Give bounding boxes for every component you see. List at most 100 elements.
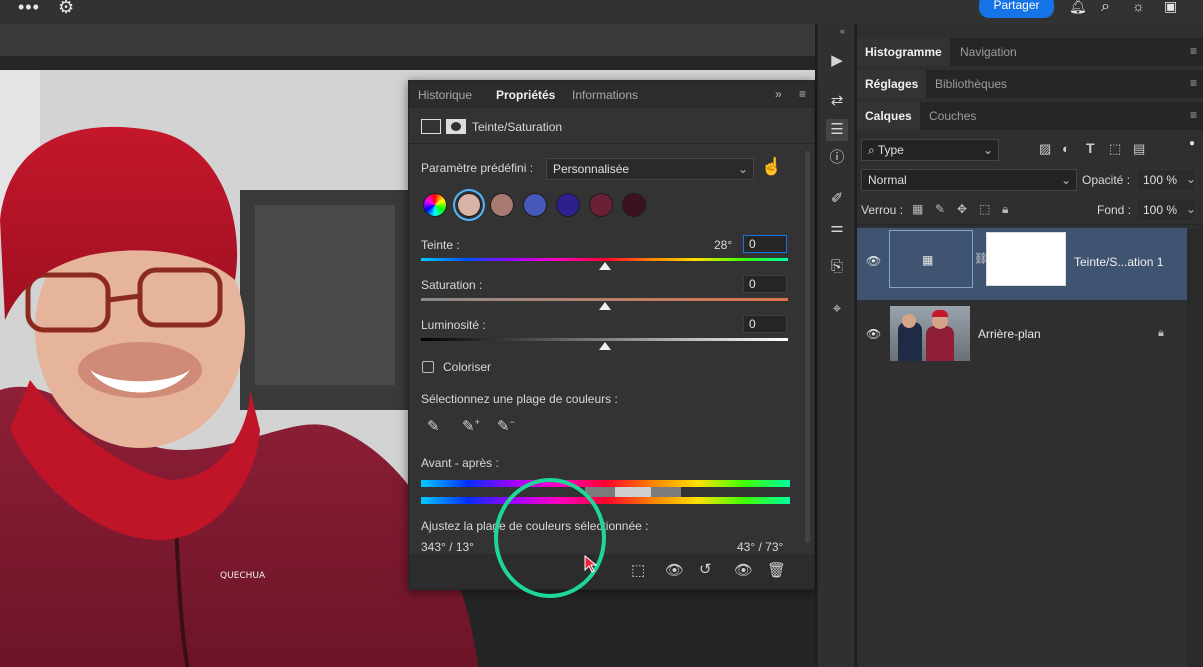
filter-image-icon[interactable]: ▨ (1039, 141, 1051, 157)
layer-row-background[interactable]: 👁︎ Arrière-plan 🔒︎ (857, 300, 1187, 372)
saturation-slider-track[interactable] (421, 298, 788, 301)
preset-swatch[interactable] (556, 193, 580, 217)
brush-settings-icon[interactable]: ⚌ (826, 217, 848, 239)
right-panels: Histogramme Navigation ≡ Réglages Biblio… (857, 24, 1203, 667)
opacity-label: Opacité : (1082, 173, 1131, 187)
filter-toggle-icon[interactable]: ● (1189, 138, 1195, 149)
layer-name[interactable]: Teinte/S...ation 1 (1074, 255, 1163, 269)
range-left-value: 343° / 13° (421, 540, 474, 554)
tab-adjustments[interactable]: Réglages (857, 70, 927, 98)
lock-all-icon[interactable]: 🔒︎ (1002, 202, 1008, 217)
hue-slider-track[interactable] (421, 258, 788, 261)
bell-icon[interactable]: 🔔︎ (1069, 0, 1087, 15)
preset-swatch[interactable] (622, 193, 646, 217)
filter-type-icon[interactable]: T (1086, 140, 1095, 156)
preset-swatch[interactable] (457, 193, 481, 217)
saturation-slider-thumb[interactable] (599, 302, 611, 310)
preset-swatch[interactable] (490, 193, 514, 217)
layers-scrollbar[interactable] (1187, 228, 1203, 667)
chevron-down-icon: ⌄ (1060, 173, 1071, 187)
lightness-slider-track[interactable] (421, 338, 788, 341)
view-previous-state-icon[interactable]: 👁︎ (665, 561, 684, 579)
layer-name[interactable]: Arrière-plan (978, 327, 1041, 341)
adjustments-properties-icon[interactable]: ☰ (826, 119, 848, 141)
adjustment-title: Teinte/Saturation (472, 120, 563, 134)
layer-row-hue-saturation[interactable]: 👁︎ ▦ ⛓︎ Teinte/S...ation 1 (857, 228, 1187, 300)
hue-degree-text: 28° (714, 238, 733, 252)
preset-swatch[interactable] (589, 193, 613, 217)
lock-position-icon[interactable]: ✥ (957, 202, 967, 216)
search-icon: ⌕ (868, 143, 878, 157)
select-range-label: Sélectionnez une plage de couleurs : (421, 392, 618, 406)
eye-icon[interactable]: 👁︎ (866, 327, 881, 341)
chevron-down-icon[interactable]: ⌄ (1186, 172, 1196, 186)
panel-menu-icon[interactable]: ≡ (1190, 44, 1197, 58)
tab-properties[interactable]: Propriétés (496, 88, 555, 102)
lock-artboard-icon[interactable]: ⬚ (979, 202, 990, 216)
tab-libraries[interactable]: Bibliothèques (935, 77, 1007, 91)
collapse-panel-icon[interactable]: » (775, 87, 782, 101)
eyedropper-add-icon[interactable]: ✎+ (462, 417, 480, 435)
brush-icon[interactable]: ✐ (826, 188, 848, 210)
eyedropper-icon[interactable]: ✎ (427, 417, 440, 435)
target-adjustment-hand-icon[interactable]: ☝ (761, 157, 782, 177)
play-icon[interactable]: ▶ (826, 50, 848, 72)
panel-menu-icon[interactable]: ≡ (1190, 76, 1197, 90)
lightness-slider-thumb[interactable] (599, 342, 611, 350)
search-icon[interactable]: ⌕ (1101, 0, 1110, 16)
adjustment-thumbnail[interactable]: ▦ (889, 230, 973, 288)
blend-mode-value: Normal (868, 173, 907, 187)
more-options-icon[interactable]: ••• (18, 0, 40, 18)
layer-filter-dropdown[interactable]: ⌕ Type ⌄ (861, 139, 999, 161)
lightness-input[interactable]: 0 (743, 315, 787, 333)
tab-info[interactable]: Informations (572, 88, 638, 102)
saturation-label: Saturation : (421, 278, 483, 292)
chevron-down-icon[interactable]: ⌄ (1186, 202, 1196, 216)
tab-layers[interactable]: Calques (857, 102, 920, 130)
filter-adjustment-icon[interactable]: ◐ (1062, 141, 1070, 156)
workspace-icon[interactable]: ▣ (1164, 0, 1177, 15)
range-selector-core[interactable] (615, 487, 651, 497)
preset-dropdown[interactable]: Personnalisée ⌄ (546, 158, 754, 180)
filter-shape-icon[interactable]: ⬚ (1109, 141, 1121, 157)
filter-kind-value: Type (877, 143, 904, 157)
colorize-checkbox[interactable] (422, 361, 434, 373)
chevron-down-icon: ⌄ (982, 143, 993, 157)
blend-mode-dropdown[interactable]: Normal ⌄ (861, 169, 1077, 191)
preset-swatch[interactable] (523, 193, 547, 217)
swatch-master[interactable] (423, 193, 447, 217)
panel-menu-icon[interactable]: ≡ (799, 87, 806, 101)
tab-history[interactable]: Historique (418, 88, 472, 102)
background-thumbnail[interactable] (890, 306, 970, 361)
layer-mask-thumbnail[interactable] (986, 232, 1066, 286)
saturation-input[interactable]: 0 (743, 275, 787, 293)
trash-icon[interactable]: 🗑︎ (767, 561, 786, 579)
lock-paint-icon[interactable]: ✎ (935, 202, 945, 216)
panel-menu-icon[interactable]: ≡ (1190, 108, 1197, 122)
tab-channels[interactable]: Couches (929, 109, 976, 123)
share-button[interactable]: Partager (979, 0, 1054, 18)
eyedropper-subtract-icon[interactable]: ✎− (497, 417, 515, 435)
info-icon[interactable]: ⓘ (826, 147, 848, 169)
lightbulb-icon[interactable]: ☼ (1132, 0, 1145, 14)
stamp-icon[interactable]: ⎘ (826, 256, 848, 278)
reset-icon[interactable]: ↺ (699, 560, 712, 578)
settings-gear-icon[interactable]: ⚙ (58, 0, 74, 18)
toggle-visibility-icon[interactable]: 👁︎ (734, 561, 753, 579)
properties-scrollbar[interactable] (805, 151, 810, 543)
hue-label: Teinte : (421, 238, 460, 252)
tab-navigation[interactable]: Navigation (960, 45, 1017, 59)
history-states-icon[interactable]: ⇄ (826, 90, 848, 112)
paths-icon[interactable]: ⌖ (826, 298, 848, 320)
hue-slider-thumb[interactable] (599, 262, 611, 270)
filter-smartobject-icon[interactable]: ▤ (1133, 141, 1145, 157)
lock-transparent-icon[interactable]: ▦ (912, 202, 923, 216)
mask-icon[interactable] (446, 119, 466, 134)
cursor-arrow-icon (584, 555, 598, 573)
expand-panels-icon[interactable]: « (840, 26, 845, 36)
before-color-bar (421, 480, 790, 487)
clip-to-layer-icon[interactable]: ⬚ (631, 561, 645, 579)
tab-histogram[interactable]: Histogramme (857, 38, 950, 66)
eye-icon[interactable]: 👁︎ (866, 254, 881, 268)
hue-input[interactable]: 0 (743, 235, 787, 253)
